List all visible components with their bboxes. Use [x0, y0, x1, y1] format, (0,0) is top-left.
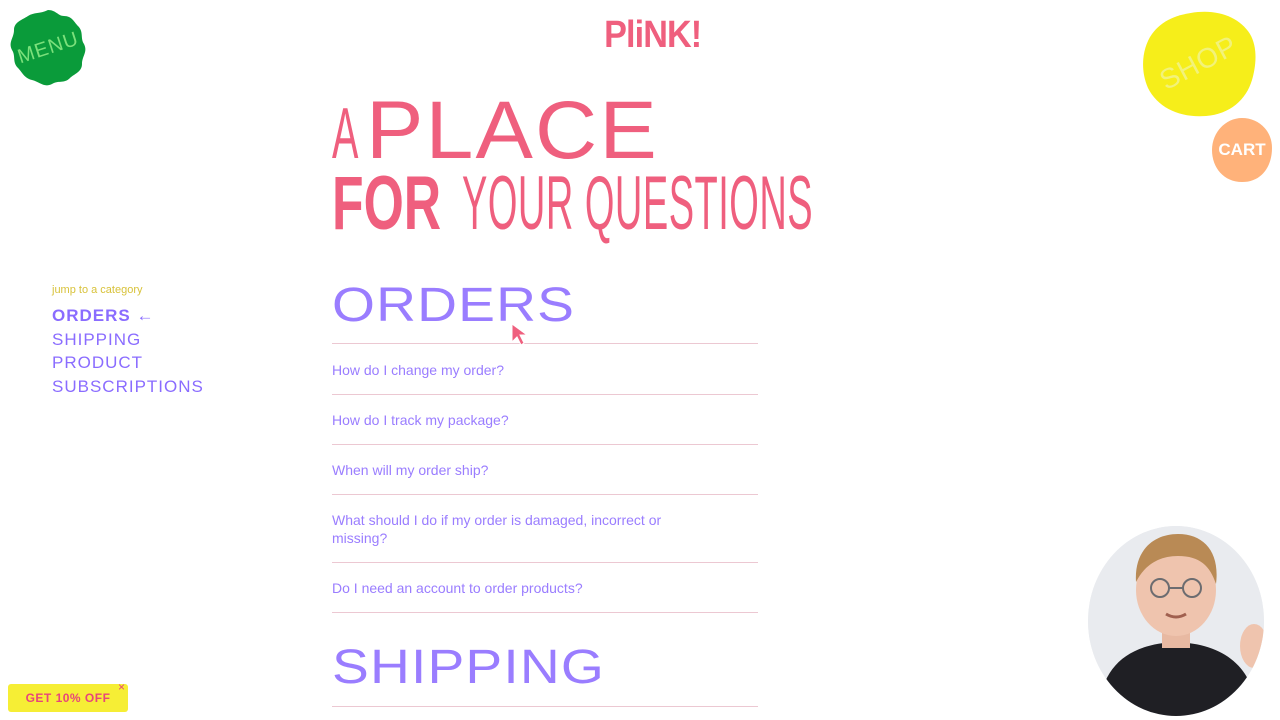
promo-label: GET 10% OFF: [25, 691, 111, 705]
close-icon[interactable]: ×: [118, 680, 125, 694]
faq-question[interactable]: How do I track my package?: [332, 411, 752, 429]
faq-question[interactable]: What should I do if my order is damaged,…: [332, 511, 702, 547]
presenter-image: [1088, 526, 1264, 716]
hero-heading-line-2: FOR YOUR QUESTIONS: [332, 160, 1165, 247]
category-link-subscriptions[interactable]: SUBSCRIPTIONS: [52, 377, 204, 397]
section-title-shipping: SHIPPING: [332, 641, 605, 694]
hero-word-for: FOR: [332, 161, 442, 246]
faq-question[interactable]: When will my order ship?: [332, 461, 752, 479]
faq-question[interactable]: Do I need an account to order products?: [332, 579, 752, 597]
category-link-shipping[interactable]: SHIPPING: [52, 330, 141, 350]
webcam-overlay: [1088, 526, 1264, 716]
cart-label: CART: [1218, 140, 1266, 159]
hero-words-your-questions: YOUR QUESTIONS: [462, 161, 814, 246]
divider: [332, 612, 758, 613]
menu-button[interactable]: MENU: [8, 8, 88, 88]
category-link-orders[interactable]: ORDERS ←: [52, 306, 154, 326]
divider: [332, 444, 758, 445]
cart-button[interactable]: CART: [1210, 116, 1274, 184]
section-title-orders: ORDERS: [332, 279, 576, 332]
divider: [332, 394, 758, 395]
category-link-product[interactable]: PRODUCT: [52, 353, 143, 373]
divider: [332, 494, 758, 495]
faq-question[interactable]: How do I change my order?: [332, 361, 752, 379]
divider: [332, 706, 758, 707]
mouse-cursor-icon: [511, 323, 529, 346]
divider: [332, 562, 758, 563]
discount-promo-button[interactable]: GET 10% OFF: [8, 684, 128, 712]
jump-to-category-label: jump to a category: [52, 284, 143, 296]
shop-button[interactable]: SHOP: [1140, 8, 1258, 118]
divider: [332, 343, 758, 344]
plink-logo[interactable]: PliNK!: [604, 14, 702, 62]
